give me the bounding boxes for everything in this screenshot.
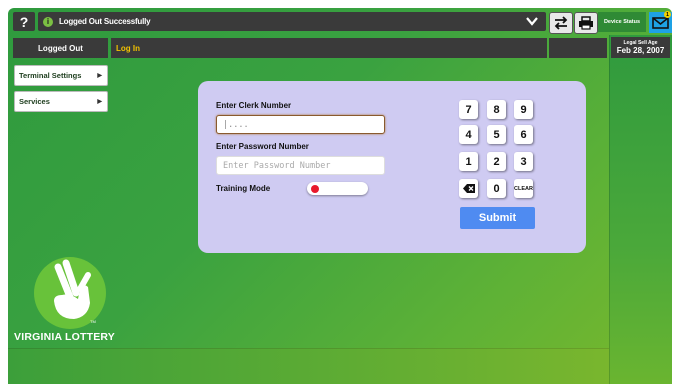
chevron-right-icon: ▶ — [97, 99, 102, 105]
virginia-lottery-logo — [34, 257, 106, 329]
keypad-8[interactable]: 8 — [487, 100, 506, 119]
sidebar-item-services[interactable]: Services ▶ — [14, 91, 108, 112]
training-mode-label: Training Mode — [216, 184, 271, 193]
sidebar-item-label: Services — [19, 97, 50, 106]
sidebar-item-label: Terminal Settings — [19, 71, 82, 80]
print-button[interactable] — [574, 12, 598, 34]
login-link[interactable]: Log In — [116, 44, 140, 53]
mail-count-badge: 1 — [664, 11, 671, 18]
chevron-right-icon: ▶ — [97, 73, 102, 79]
clerk-number-label: Enter Clerk Number — [216, 101, 292, 110]
login-bar: Log In — [111, 38, 547, 58]
keypad-5[interactable]: 5 — [487, 125, 506, 144]
legal-sell-age: Legal Sell Age Feb 28, 2007 — [611, 37, 670, 58]
swap-arrows-icon — [554, 16, 568, 30]
clerk-number-input[interactable]: |.... — [216, 115, 385, 134]
password-number-input[interactable]: Enter Password Number — [216, 156, 385, 175]
backspace-icon — [462, 184, 475, 193]
printer-icon — [579, 16, 593, 30]
password-number-label: Enter Password Number — [216, 142, 309, 151]
keypad-1[interactable]: 1 — [459, 152, 478, 171]
help-button[interactable]: ? — [13, 12, 35, 31]
training-mode-toggle[interactable] — [307, 182, 368, 195]
keypad-3[interactable]: 3 — [514, 152, 533, 171]
swap-button[interactable] — [549, 12, 573, 34]
keypad-7[interactable]: 7 — [459, 100, 478, 119]
status-bar[interactable]: i Logged Out Successfully — [38, 12, 546, 31]
logo-text: VIRGINIA LOTTERY — [14, 331, 116, 343]
info-icon: i — [43, 16, 53, 27]
right-column — [609, 35, 672, 384]
logged-out-status: Logged Out — [13, 38, 108, 58]
blank-panel — [549, 38, 607, 58]
status-message: Logged Out Successfully — [59, 17, 151, 26]
sidebar-item-terminal-settings[interactable]: Terminal Settings ▶ — [14, 65, 108, 86]
mail-icon — [652, 16, 669, 29]
chevron-down-icon[interactable] — [526, 16, 538, 26]
toggle-knob — [311, 185, 319, 193]
keypad-4[interactable]: 4 — [459, 125, 478, 144]
legal-sell-age-date: Feb 28, 2007 — [616, 46, 665, 55]
password-placeholder: Enter Password Number — [223, 160, 331, 171]
keypad-9[interactable]: 9 — [514, 100, 533, 119]
keypad-2[interactable]: 2 — [487, 152, 506, 171]
mail-button[interactable]: 1 — [649, 11, 672, 33]
trademark-symbol: TM — [90, 319, 96, 324]
keypad-0[interactable]: 0 — [487, 179, 506, 198]
device-status-button[interactable]: Device Status — [598, 12, 646, 32]
app-screen: ? i Logged Out Successfully Device Statu… — [8, 8, 672, 384]
keypad-clear[interactable]: CLEAR — [514, 179, 533, 198]
clerk-number-value: |.... — [223, 119, 249, 130]
keypad-backspace[interactable] — [459, 179, 478, 198]
submit-button[interactable]: Submit — [460, 207, 535, 229]
login-panel: Enter Clerk Number |.... Enter Password … — [198, 81, 586, 253]
bottom-strip — [8, 348, 609, 384]
keypad-6[interactable]: 6 — [514, 125, 533, 144]
